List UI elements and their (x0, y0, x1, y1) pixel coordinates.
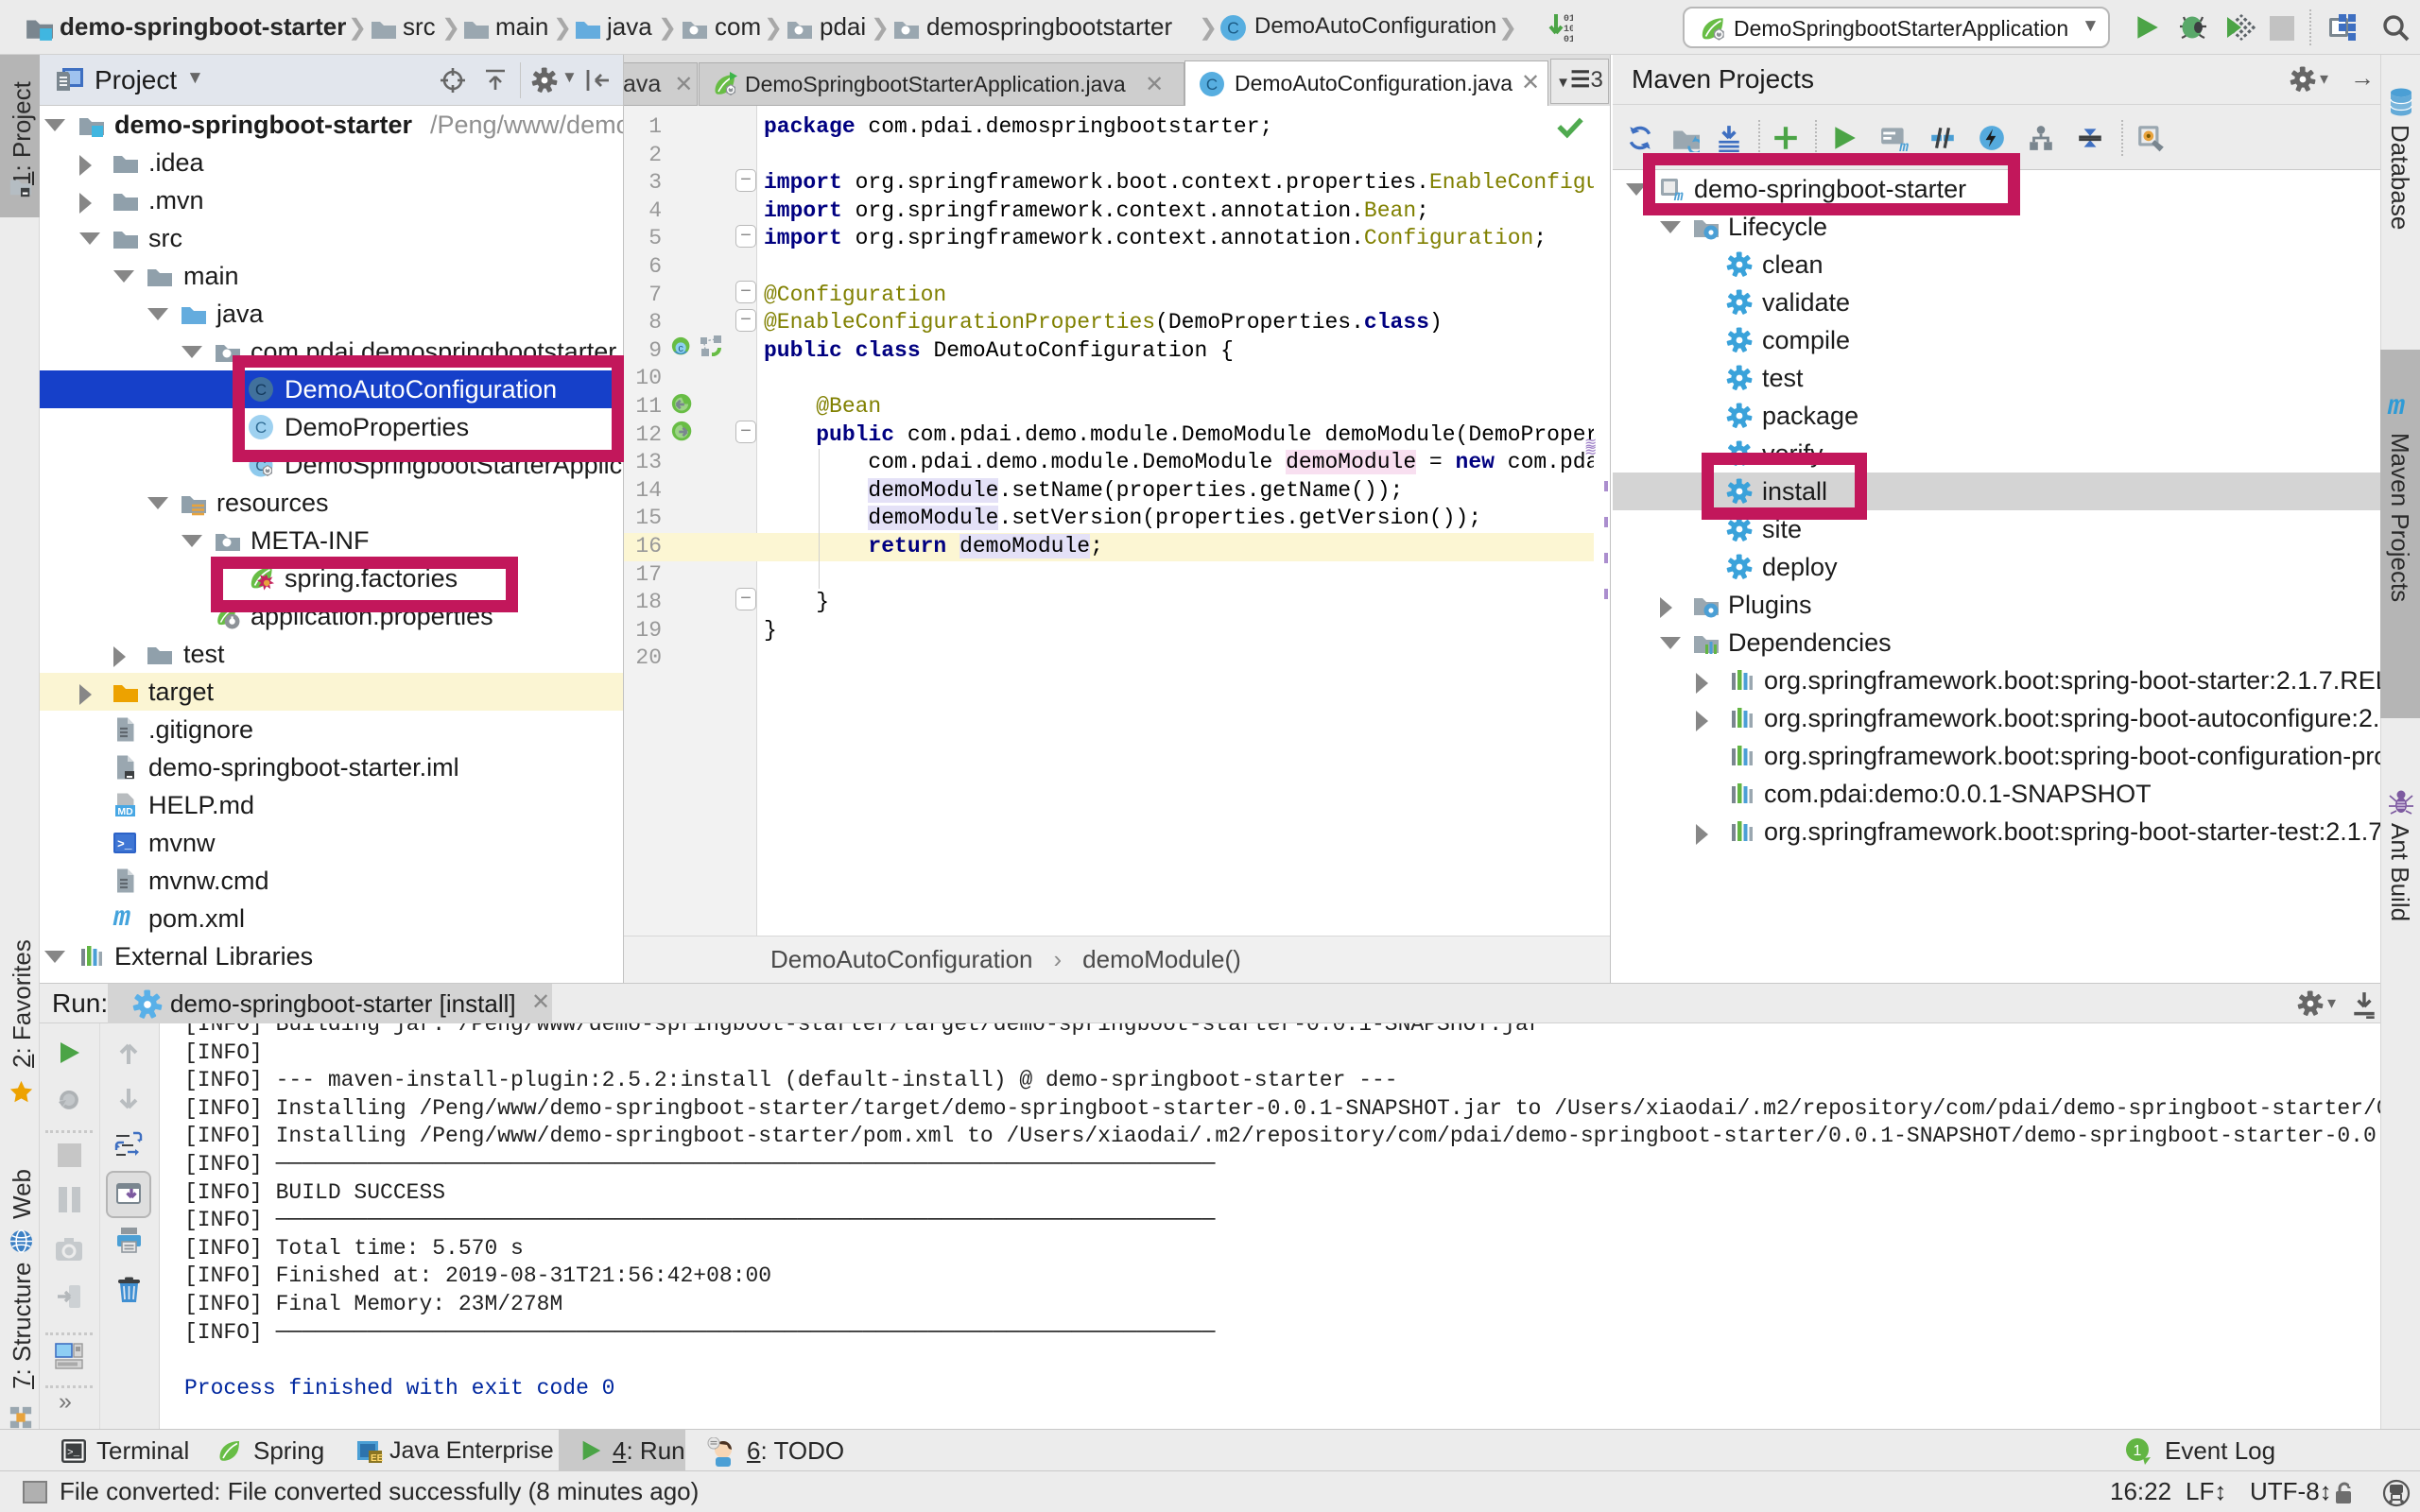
svg-text:m: m (1898, 139, 1909, 152)
svg-text:C: C (1227, 19, 1239, 38)
svg-text:01: 01 (1564, 35, 1573, 43)
svg-text:>_: >_ (117, 837, 132, 851)
svg-text:MD: MD (117, 806, 133, 817)
svg-text:C: C (1206, 76, 1218, 94)
svg-text:c: c (678, 343, 683, 354)
svg-text:01: 01 (1564, 14, 1573, 25)
svg-text:10: 10 (1564, 25, 1573, 35)
svg-text:>_: >_ (67, 1448, 80, 1459)
svg-text:EE: EE (371, 1453, 384, 1464)
svg-text:1: 1 (2134, 1443, 2142, 1459)
